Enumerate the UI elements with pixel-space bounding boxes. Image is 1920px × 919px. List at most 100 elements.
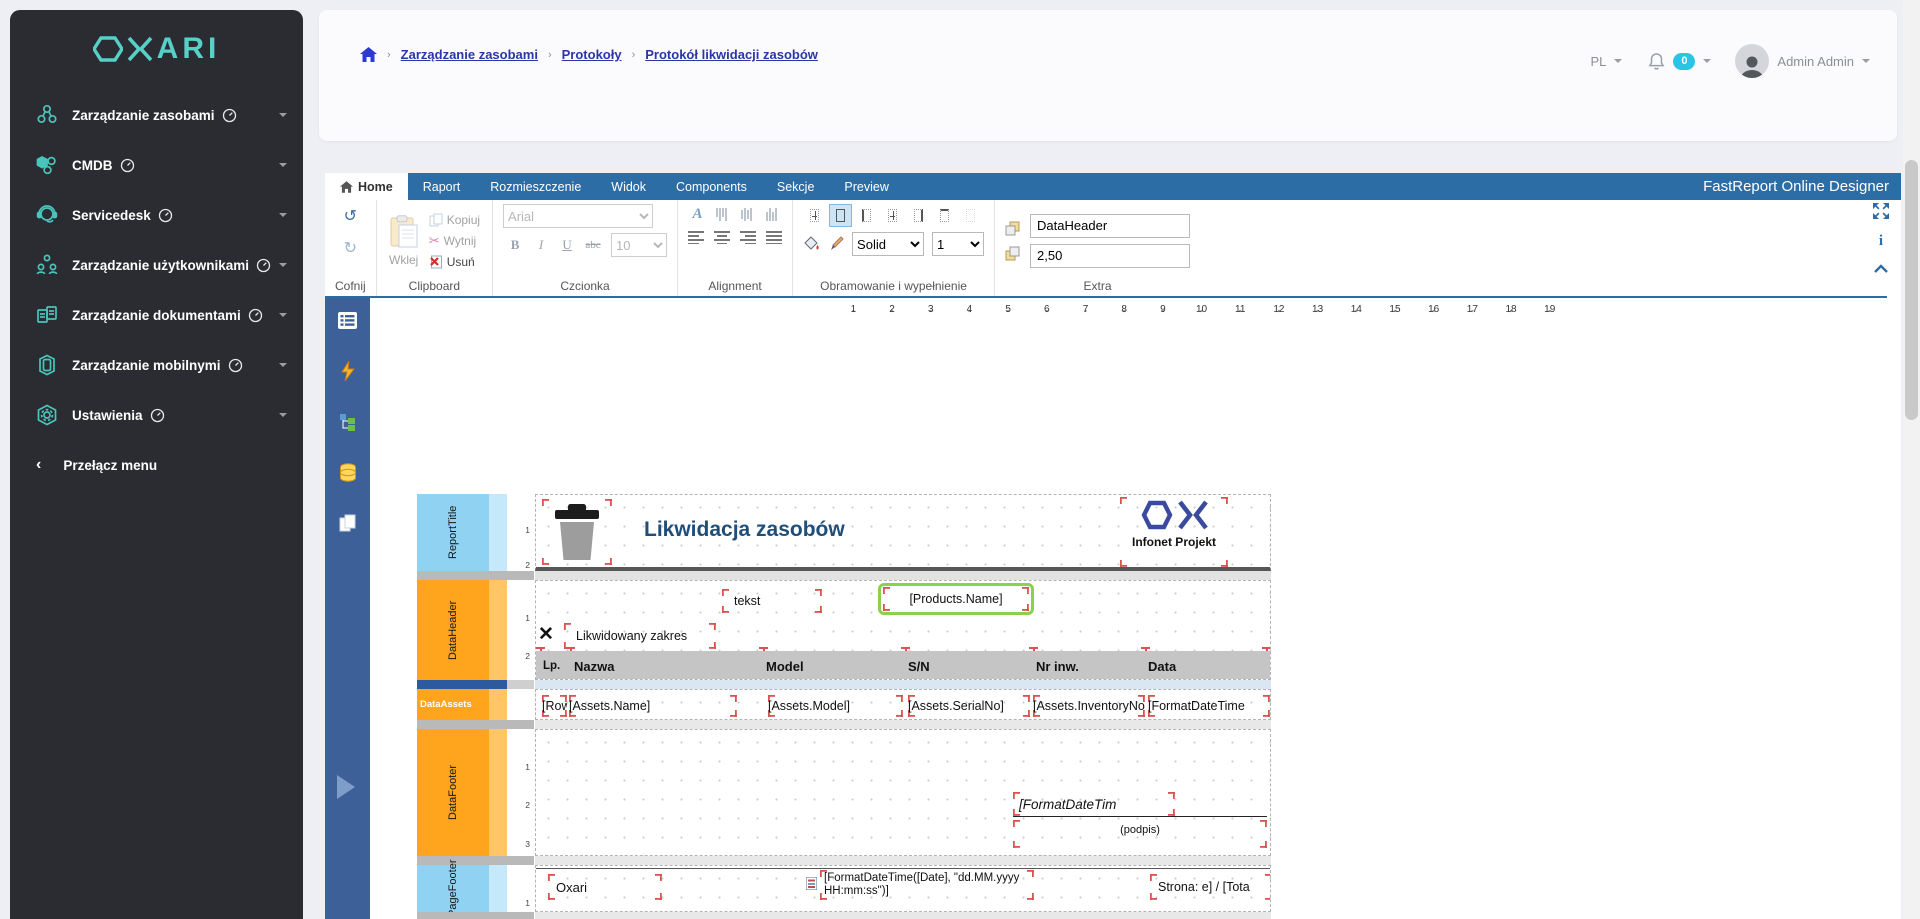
sidebar-item-cmdb[interactable]: CMDB (10, 140, 303, 190)
tekst-object[interactable]: tekst (722, 589, 822, 613)
tab-preview[interactable]: Preview (829, 173, 903, 200)
border-left-button[interactable] (855, 204, 878, 227)
bell-icon[interactable] (1648, 52, 1665, 70)
company-logo-object[interactable]: Infonet Projekt (1120, 497, 1228, 567)
scrollbar-thumb[interactable] (1905, 160, 1918, 420)
data-field-object[interactable]: [Row (542, 695, 567, 717)
data-field-object[interactable]: [Assets.Model] (768, 695, 903, 717)
fill-bucket-icon[interactable] (803, 236, 820, 252)
data-field-object[interactable]: [Assets.SerialNo] (908, 695, 1030, 717)
table-header-cell[interactable]: Nr inw. (1036, 651, 1079, 679)
breadcrumb-current[interactable]: Protokół likwidacji zasobów (645, 47, 818, 62)
scope-label-object[interactable]: Likwidowany zakres (564, 623, 716, 649)
align-bottom-icon[interactable] (765, 208, 780, 221)
delete-button[interactable]: Usuń (427, 253, 477, 271)
breadcrumb-link-zasoby[interactable]: Zarządzanie zasobami (401, 47, 538, 62)
x-mark-object[interactable]: ✕ (538, 623, 554, 646)
tab-sekcje[interactable]: Sekcje (762, 173, 830, 200)
fullscreen-icon[interactable] (1873, 203, 1889, 219)
font-family-select[interactable]: Arial (503, 204, 654, 228)
data-field-object[interactable]: [Assets.Name] (569, 695, 737, 717)
send-back-icon[interactable] (1005, 246, 1020, 261)
line-style-select[interactable]: Solid (852, 232, 925, 256)
align-middle-icon[interactable] (740, 208, 755, 221)
table-header-cell[interactable]: Data (1148, 651, 1176, 679)
window-scrollbar[interactable] (1903, 0, 1920, 919)
data-field-object[interactable]: [FormatDateTime (1148, 695, 1270, 717)
tab-raport[interactable]: Raport (408, 173, 476, 200)
border-edit-button[interactable] (959, 204, 982, 227)
band-label-reporttitle[interactable]: ReportTitle (417, 494, 489, 571)
bring-front-icon[interactable] (1005, 221, 1020, 236)
border-right-button[interactable] (907, 204, 930, 227)
report-title-text[interactable]: Likwidacja zasobów (644, 513, 845, 547)
font-size-select[interactable]: 10 (611, 233, 668, 257)
sidebar-item-ustawienia[interactable]: Ustawienia (10, 390, 303, 440)
breadcrumb-link-protokoly[interactable]: Protokoły (562, 47, 622, 62)
sidebar-item-dokumenty[interactable]: Zarządzanie dokumentami (10, 290, 303, 340)
band-label-pagefooter[interactable]: PageFooter (417, 860, 489, 917)
tab-components[interactable]: Components (661, 173, 762, 200)
copy-button[interactable]: Kopiuj (427, 211, 482, 229)
band-label-dataheader[interactable]: DataHeader (417, 580, 489, 680)
notification-badge[interactable]: 0 (1673, 52, 1696, 70)
band-label-dataassets[interactable]: DataAssets (417, 689, 489, 720)
footer-datetime-object[interactable]: [FormatDateTime([Date], "dd.MM.yyyy HH:m… (820, 870, 1034, 900)
border-outer-button[interactable] (829, 204, 853, 227)
user-name[interactable]: Admin Admin (1777, 54, 1854, 69)
sidebar-toggle-menu[interactable]: ‹ Przełącz menu (10, 440, 303, 490)
footer-page-number-object[interactable]: Strona: e] / [Tota (1150, 874, 1270, 900)
avatar[interactable] (1735, 44, 1770, 78)
signature-label-object[interactable]: (podpis) (1013, 820, 1267, 848)
strikethrough-button[interactable]: abc (581, 234, 605, 256)
footer-brand-object[interactable]: Oxari (548, 874, 662, 900)
align-left-icon[interactable] (688, 231, 705, 244)
font-color-button[interactable]: A (691, 204, 705, 225)
table-header-cell[interactable]: Lp. (543, 651, 560, 679)
trash-image-object[interactable] (542, 499, 612, 565)
sidebar-item-servicedesk[interactable]: Servicedesk (10, 190, 303, 240)
paste-button[interactable]: Wklej (387, 213, 421, 269)
table-header-cell[interactable]: Nazwa (574, 651, 614, 679)
data-field-object[interactable]: [Assets.InventoryNo (1033, 695, 1145, 717)
italic-button[interactable]: I (529, 234, 553, 256)
tab-widok[interactable]: Widok (596, 173, 661, 200)
band-label-datafooter[interactable]: DataFooter (417, 729, 489, 856)
line-width-select[interactable]: 1 (932, 232, 985, 256)
band-name-input[interactable] (1030, 213, 1191, 238)
tab-home[interactable]: Home (325, 173, 408, 200)
align-center-icon[interactable] (714, 231, 731, 244)
info-icon[interactable]: i (1879, 233, 1883, 250)
report-tree-icon[interactable] (339, 413, 356, 431)
table-header-row[interactable]: Lp. Nazwa Model S/N Nr inw. Data (536, 651, 1270, 679)
tab-rozmieszczenie[interactable]: Rozmieszczenie (475, 173, 596, 200)
table-header-cell[interactable]: S/N (908, 651, 930, 679)
sidebar-item-zasoby[interactable]: Zarządzanie zasobami (10, 90, 303, 140)
band-height-input[interactable] (1030, 243, 1191, 268)
pages-icon[interactable] (339, 514, 356, 532)
border-top-button[interactable] (933, 204, 956, 227)
sidebar-item-uzytkownicy[interactable]: Zarządzanie użytkownikami (10, 240, 303, 290)
collapse-toolbar-icon[interactable] (1874, 264, 1888, 273)
products-name-object[interactable]: [Products.Name] (878, 583, 1034, 615)
run-report-icon[interactable] (337, 775, 355, 799)
redo-button[interactable]: ↻ (342, 236, 359, 260)
events-icon[interactable] (340, 361, 356, 381)
align-right-icon[interactable] (740, 231, 757, 244)
underline-button[interactable]: U (555, 234, 579, 256)
language-selector[interactable]: PL (1591, 54, 1607, 69)
home-icon[interactable] (360, 47, 377, 62)
align-top-icon[interactable] (715, 208, 730, 221)
data-source-icon[interactable] (339, 463, 357, 482)
properties-icon[interactable] (338, 312, 357, 329)
brush-icon[interactable] (828, 236, 844, 252)
align-justify-icon[interactable] (766, 231, 783, 244)
bold-button[interactable]: B (503, 234, 527, 256)
sidebar-item-mobilne[interactable]: Zarządzanie mobilnymi (10, 340, 303, 390)
table-header-cell[interactable]: Model (766, 651, 804, 679)
date-field-object[interactable]: [FormatDateTim (1013, 792, 1175, 816)
undo-button[interactable]: ↺ (342, 204, 359, 228)
border-none-button[interactable] (803, 204, 826, 227)
border-inner-button[interactable] (881, 204, 904, 227)
cut-button[interactable]: ✂ Wytnij (427, 231, 478, 251)
